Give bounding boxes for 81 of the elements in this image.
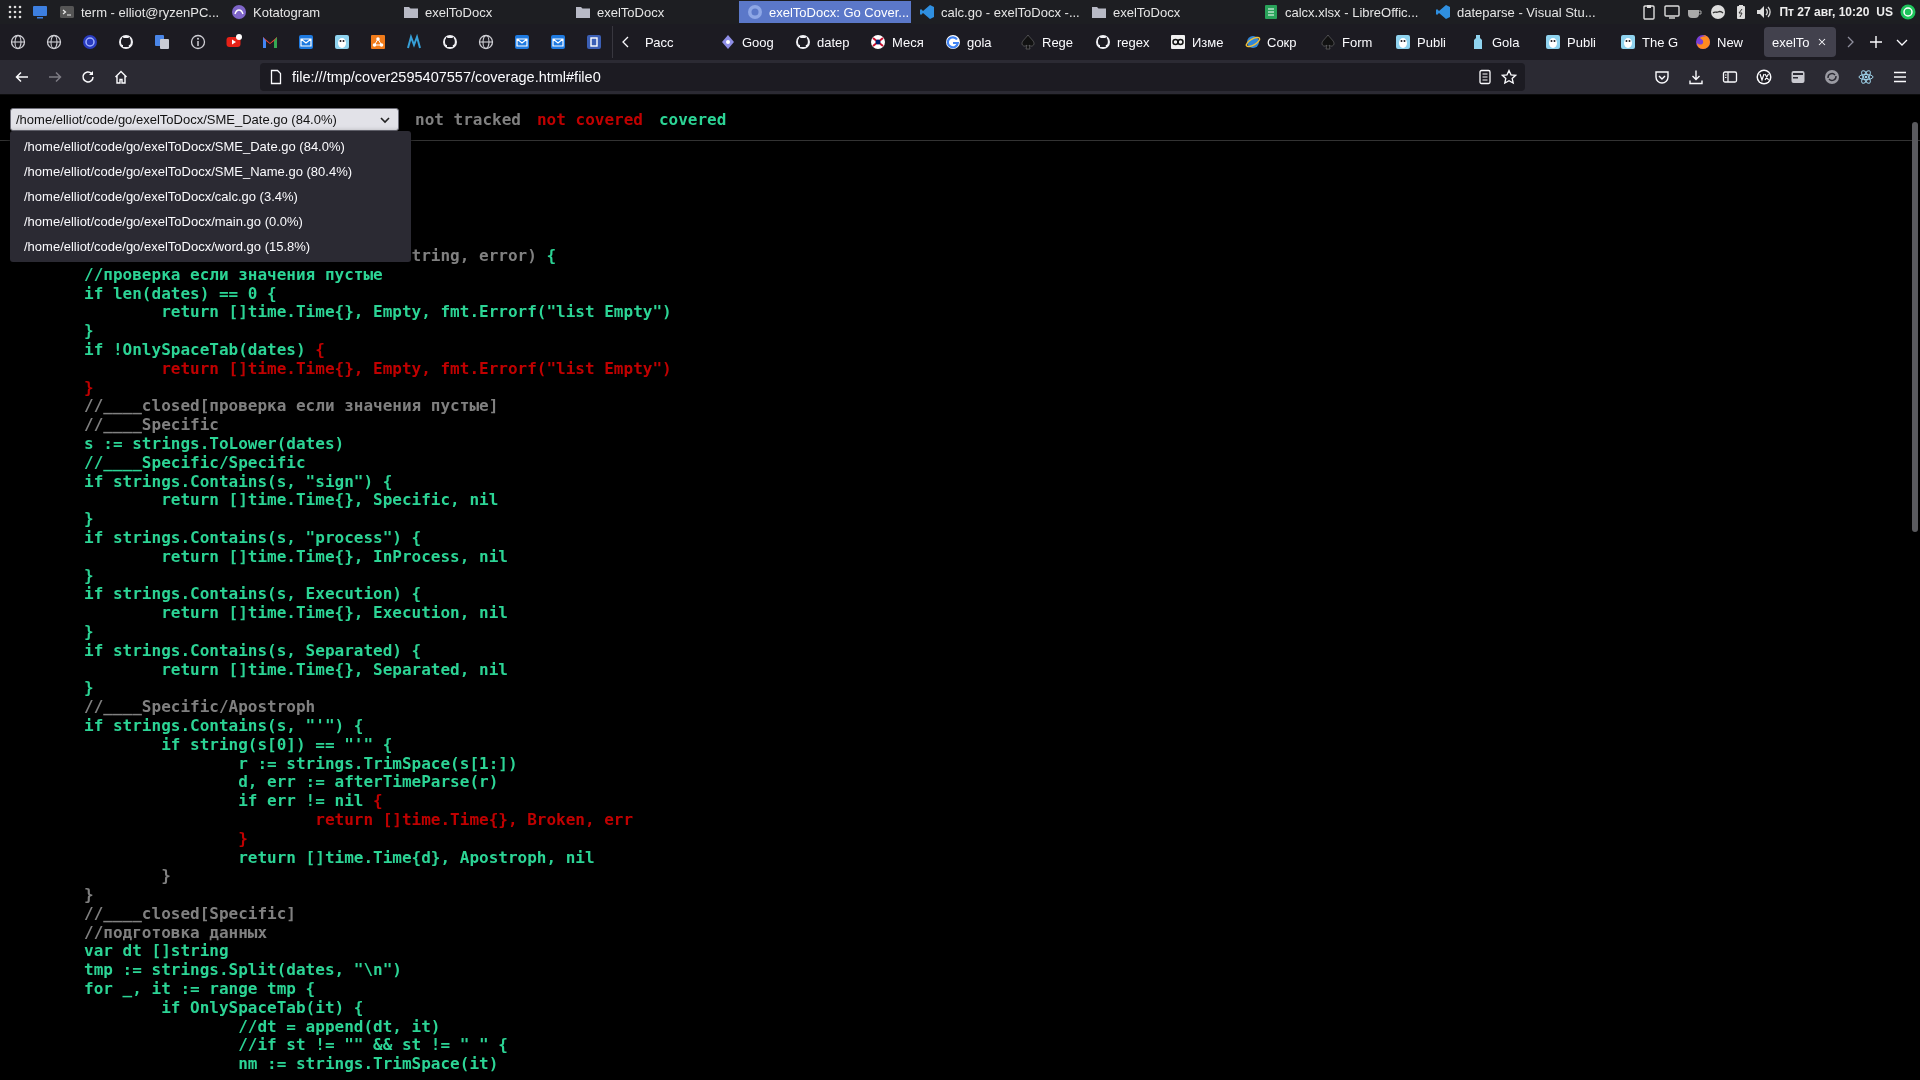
keyboard-layout[interactable]: US (1876, 5, 1893, 19)
browser-tab[interactable]: Сокр (1239, 27, 1314, 57)
code-line: if strings.Contains(s, Execution) { (84, 584, 422, 604)
browser-tab[interactable]: exelTo (1764, 27, 1836, 57)
code-line: if !OnlySpaceTab(dates) { (84, 340, 325, 359)
code-line: //____closed[проверка если значения пустые] (84, 396, 499, 416)
code-line: if len(dates) == 0 { (84, 283, 277, 303)
code-line: } (84, 565, 94, 585)
browser-tab[interactable]: The G (1614, 27, 1689, 57)
browser-tab[interactable]: Изме (1164, 27, 1239, 57)
code-line: return []time.Time{d}, Apostroph, nil (238, 847, 595, 867)
legend-label: not tracked (415, 110, 521, 129)
browser-tab[interactable]: Publi (1389, 27, 1464, 57)
code-line: //if st != "" && st != " " { (238, 1035, 508, 1055)
code-line: return []time.Time{}, Separated, nil (161, 659, 508, 679)
browser-tab[interactable]: Publi (1539, 27, 1614, 57)
code-line: for _, it := range tmp { (84, 979, 316, 999)
code-line: //____Specific (84, 415, 219, 435)
dropdown-option[interactable]: /home/elliot/code/go/exelToDocx/SME_Date.go (84.0%) (10, 134, 411, 159)
legend-label: covered (658, 110, 727, 129)
code-line: d, err := afterTimeParse(r) (238, 772, 499, 792)
code-line: if strings.Contains(s, "'") { (84, 715, 364, 735)
code-line: if OnlySpaceTab(it) { (161, 997, 364, 1017)
taskbar-window-button[interactable]: exelToDocx (395, 1, 567, 23)
code-line: return []time.Time{}, InProcess, nil (161, 546, 508, 566)
dropdown-option[interactable]: /home/elliot/code/go/exelToDocx/calc.go (3.4%) (10, 184, 411, 209)
code-line: if strings.Contains(s, "sign") { (84, 471, 393, 491)
legend-label: not covered (536, 110, 643, 129)
taskbar-window-button[interactable]: exelToDocx (1083, 1, 1255, 23)
browser-tab[interactable]: datep (789, 27, 864, 57)
code-line: //проверка если значения пустые (84, 264, 383, 284)
address-field[interactable]: file:///tmp/cover2595407557/coverage.html#file0 (260, 63, 1525, 91)
browser-tab[interactable]: gola (939, 27, 1014, 57)
browser-tab[interactable]: regex (1089, 27, 1164, 57)
browser-tab[interactable]: Form (1314, 27, 1389, 57)
file-select[interactable]: /home/elliot/code/go/exelToDocx/SME_Date.go (84.0%) (10, 108, 399, 131)
browser-tab[interactable]: Расс (639, 27, 714, 57)
code-line: } (161, 866, 171, 886)
taskbar-window-button[interactable]: calc.go - exelToDocx -... (911, 1, 1083, 23)
taskbar-window-button[interactable]: term - elliot@ryzenPC... (51, 1, 223, 23)
clock[interactable]: Пт 27 авг, 10:20 (1779, 5, 1870, 19)
taskbar-window-button[interactable]: exelToDocx (567, 1, 739, 23)
browser-tab[interactable]: Gola (1464, 27, 1539, 57)
taskbar-window-button[interactable]: Kotatogram (223, 1, 395, 23)
browser-tab[interactable]: Rege (1014, 27, 1089, 57)
code-line: } (84, 321, 94, 341)
code-line: //dt = append(dt, it) (238, 1016, 441, 1036)
code-line: return []time.Time{}, Empty, fmt.Errorf("list Empty") (161, 358, 672, 378)
code-line: //подготовка данных (84, 922, 268, 942)
code-line: //____closed[Specific] (84, 903, 296, 923)
code-line: //____Specific/Apostroph (84, 697, 316, 717)
code-line: var dt []string (84, 941, 229, 961)
dropdown-option[interactable]: /home/elliot/code/go/exelToDocx/main.go (0.0%) (10, 209, 411, 234)
code-line: s := strings.ToLower(dates) (84, 433, 345, 453)
code-line: if strings.Contains(s, "process") { (84, 527, 422, 547)
code-line: return []time.Time{}, Broken, err (315, 809, 634, 829)
code-line: if err != nil { (238, 791, 383, 811)
code-line: } (84, 377, 94, 397)
code-line: } (84, 885, 94, 905)
code-line: r := strings.TrimSpace(s[1:]) (238, 753, 518, 773)
code-line: if strings.Contains(s, Separated) { (84, 640, 422, 660)
code-line: //____Specific/Specific (84, 452, 306, 472)
browser-tab[interactable]: Goog (714, 27, 789, 57)
code-line: tmp := strings.Split(dates, "\n") (84, 960, 402, 980)
dropdown-option[interactable]: /home/elliot/code/go/exelToDocx/word.go (15.8%) (10, 234, 411, 259)
code-line: tring, error) { (411, 246, 557, 265)
code-line: } (84, 678, 94, 698)
code-line: return []time.Time{}, Empty, fmt.Errorf("list Empty") (161, 302, 672, 322)
taskbar-window-button[interactable]: calcx.xlsx - LibreOffic... (1255, 1, 1427, 23)
code-line: } (84, 509, 94, 529)
dropdown-option[interactable]: /home/elliot/code/go/exelToDocx/SME_Name.go (80.4%) (10, 159, 411, 184)
code-line: return []time.Time{}, Specific, nil (161, 490, 499, 510)
code-line: if string(s[0]) == "'" { (161, 734, 393, 754)
code-line: nm := strings.TrimSpace(it) (238, 1054, 499, 1074)
code-line: } (84, 621, 94, 641)
code-line: } (238, 828, 248, 848)
browser-tab[interactable]: Меся (864, 27, 939, 57)
code-line: return []time.Time{}, Execution, nil (161, 603, 508, 623)
taskbar-window-button[interactable]: exelToDocx: Go Cover... (739, 1, 911, 23)
browser-tab[interactable]: New (1689, 27, 1764, 57)
taskbar-window-button[interactable]: dateparse - Visual Stu... (1427, 1, 1599, 23)
